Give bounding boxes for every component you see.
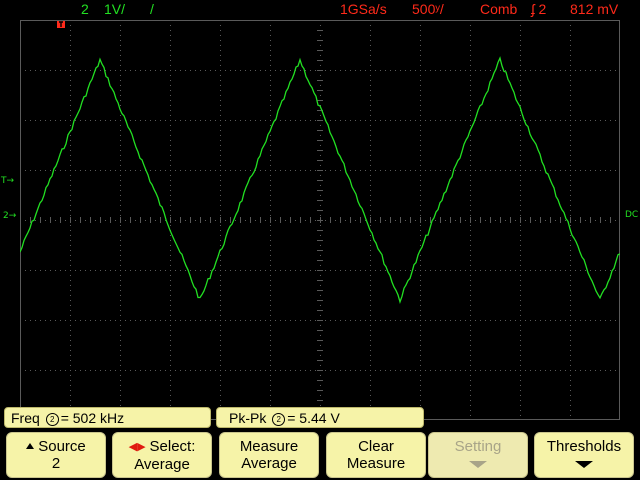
- dc-marker: DC: [625, 210, 639, 220]
- trigger-source[interactable]: ʄ 2: [531, 1, 546, 17]
- pk-pk-channel-icon: 2: [272, 413, 286, 426]
- graticule-grid: [20, 20, 620, 420]
- setting-label: Setting: [454, 438, 502, 455]
- trigger-level[interactable]: 812 mV: [570, 1, 618, 17]
- clear-measure-softkey[interactable]: Clear Measure: [326, 432, 426, 478]
- oscilloscope-screen: 2 1V/ / 1GSa/s 500ʸ/ Comb ʄ 2 812 mV T→ …: [0, 0, 640, 480]
- softkey-bar: Source 2 ◀▶ Select: Average Measure Avera…: [0, 430, 640, 480]
- timebase[interactable]: 500ʸ/: [412, 1, 444, 17]
- measure-label: Measure: [239, 438, 299, 455]
- sample-rate: 1GSa/s: [340, 1, 387, 17]
- pk-pk-label: Pk-Pk: [229, 410, 267, 426]
- acquisition-mode: Comb: [480, 1, 518, 17]
- source-value: 2: [51, 455, 61, 472]
- pk-pk-value: = 5.44 V: [287, 410, 340, 426]
- frequency-measurement: Freq 2 = 502 kHz: [4, 407, 211, 428]
- clear-label: Clear: [358, 438, 394, 455]
- up-arrow-icon: [26, 443, 35, 449]
- clear-value: Measure: [346, 455, 406, 472]
- submenu-arrow-icon: [575, 461, 593, 468]
- channel-ground-marker[interactable]: 2→: [3, 211, 16, 221]
- measure-softkey[interactable]: Measure Average: [219, 432, 319, 478]
- source-label: Source: [38, 438, 86, 455]
- setting-softkey[interactable]: Setting: [428, 432, 528, 478]
- channel-number[interactable]: 2: [81, 1, 89, 17]
- channel-scale[interactable]: 1V/: [104, 1, 125, 17]
- select-softkey[interactable]: ◀▶ Select: Average: [112, 432, 212, 478]
- thresholds-label: Thresholds: [546, 438, 622, 455]
- frequency-value: = 502 kHz: [60, 410, 125, 426]
- channel-coupling: /: [150, 1, 154, 17]
- select-label: Select:: [149, 438, 196, 455]
- pk-pk-measurement: Pk-Pk 2 = 5.44 V: [216, 407, 424, 428]
- source-softkey[interactable]: Source 2: [6, 432, 106, 478]
- submenu-arrow-icon: [469, 461, 487, 468]
- select-value: Average: [134, 456, 190, 473]
- frequency-channel-icon: 2: [45, 413, 59, 426]
- entry-knob-icon: ◀▶: [128, 441, 146, 453]
- trigger-level-marker[interactable]: T→: [1, 176, 14, 186]
- graticule: [20, 20, 620, 420]
- measure-value: Average: [241, 455, 297, 472]
- status-bar: 2 1V/ / 1GSa/s 500ʸ/ Comb ʄ 2 812 mV: [0, 0, 640, 20]
- thresholds-softkey[interactable]: Thresholds: [534, 432, 634, 478]
- frequency-label: Freq: [11, 410, 40, 426]
